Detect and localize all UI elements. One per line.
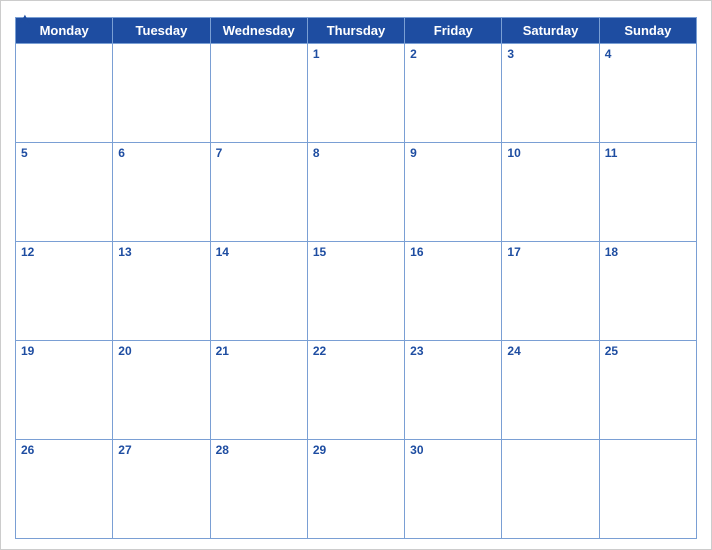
- day-cell: [211, 44, 308, 143]
- week-row-3: 12 13 14 15 16 17 18: [16, 242, 697, 341]
- day-cell: 26: [16, 440, 113, 539]
- day-cell: [113, 44, 210, 143]
- calendar: ▲ MondayTuesdayWednesdayThursdayFridaySa…: [0, 0, 712, 550]
- day-number: 13: [118, 245, 204, 259]
- day-cell: [600, 440, 697, 539]
- day-number: 17: [507, 245, 593, 259]
- day-number: 21: [216, 344, 302, 358]
- day-cell: 25: [600, 341, 697, 440]
- day-number: 27: [118, 443, 204, 457]
- day-header-friday: Friday: [405, 18, 502, 44]
- day-cell: 20: [113, 341, 210, 440]
- day-cell: 10: [502, 143, 599, 242]
- day-number: 16: [410, 245, 496, 259]
- day-number: 10: [507, 146, 593, 160]
- day-cell: 22: [308, 341, 405, 440]
- day-number: 29: [313, 443, 399, 457]
- day-number: 3: [507, 47, 593, 61]
- day-cell: 9: [405, 143, 502, 242]
- day-number: 12: [21, 245, 107, 259]
- day-number: 7: [216, 146, 302, 160]
- day-cell: 19: [16, 341, 113, 440]
- day-number: 25: [605, 344, 691, 358]
- day-number: 6: [118, 146, 204, 160]
- day-header-sunday: Sunday: [600, 18, 697, 44]
- day-number: 4: [605, 47, 691, 61]
- day-cell: 17: [502, 242, 599, 341]
- day-number: 9: [410, 146, 496, 160]
- day-cell: 2: [405, 44, 502, 143]
- day-headers-row: MondayTuesdayWednesdayThursdayFridaySatu…: [16, 18, 697, 44]
- day-cell: 15: [308, 242, 405, 341]
- week-row-1: 1234: [16, 44, 697, 143]
- day-cell: 23: [405, 341, 502, 440]
- day-cell: 13: [113, 242, 210, 341]
- day-cell: 21: [211, 341, 308, 440]
- day-cell: 5: [16, 143, 113, 242]
- day-cell: 11: [600, 143, 697, 242]
- day-cell: [502, 440, 599, 539]
- day-number: 30: [410, 443, 496, 457]
- day-number: 22: [313, 344, 399, 358]
- day-number: 28: [216, 443, 302, 457]
- day-cell: 4: [600, 44, 697, 143]
- day-number: 2: [410, 47, 496, 61]
- day-cell: 24: [502, 341, 599, 440]
- logo: ▲: [15, 11, 33, 29]
- day-cell: [16, 44, 113, 143]
- day-number: 20: [118, 344, 204, 358]
- day-number: 19: [21, 344, 107, 358]
- day-number: 26: [21, 443, 107, 457]
- calendar-grid: MondayTuesdayWednesdayThursdayFridaySatu…: [15, 17, 697, 539]
- day-cell: 29: [308, 440, 405, 539]
- day-number: 14: [216, 245, 302, 259]
- day-number: 15: [313, 245, 399, 259]
- day-header-wednesday: Wednesday: [211, 18, 308, 44]
- day-cell: 28: [211, 440, 308, 539]
- day-cell: 1: [308, 44, 405, 143]
- day-number: 23: [410, 344, 496, 358]
- day-cell: 6: [113, 143, 210, 242]
- day-cell: 7: [211, 143, 308, 242]
- day-header-thursday: Thursday: [308, 18, 405, 44]
- day-number: 5: [21, 146, 107, 160]
- logo-bird-icon: ▲: [17, 11, 33, 29]
- week-row-4: 19 20 21 22 23 24 25: [16, 341, 697, 440]
- day-cell: 16: [405, 242, 502, 341]
- day-cell: 8: [308, 143, 405, 242]
- weeks-container: 1234567891011121314151617181920212223242…: [16, 44, 697, 539]
- day-cell: 3: [502, 44, 599, 143]
- day-header-saturday: Saturday: [502, 18, 599, 44]
- day-number: 8: [313, 146, 399, 160]
- day-cell: 18: [600, 242, 697, 341]
- day-number: 1: [313, 47, 399, 61]
- day-cell: 30: [405, 440, 502, 539]
- day-number: 18: [605, 245, 691, 259]
- day-cell: 14: [211, 242, 308, 341]
- day-cell: 12: [16, 242, 113, 341]
- day-header-tuesday: Tuesday: [113, 18, 210, 44]
- day-cell: 27: [113, 440, 210, 539]
- week-row-5: 26 27 28 29 30: [16, 440, 697, 539]
- day-number: 24: [507, 344, 593, 358]
- week-row-2: 56789 10 11: [16, 143, 697, 242]
- day-number: 11: [605, 146, 691, 160]
